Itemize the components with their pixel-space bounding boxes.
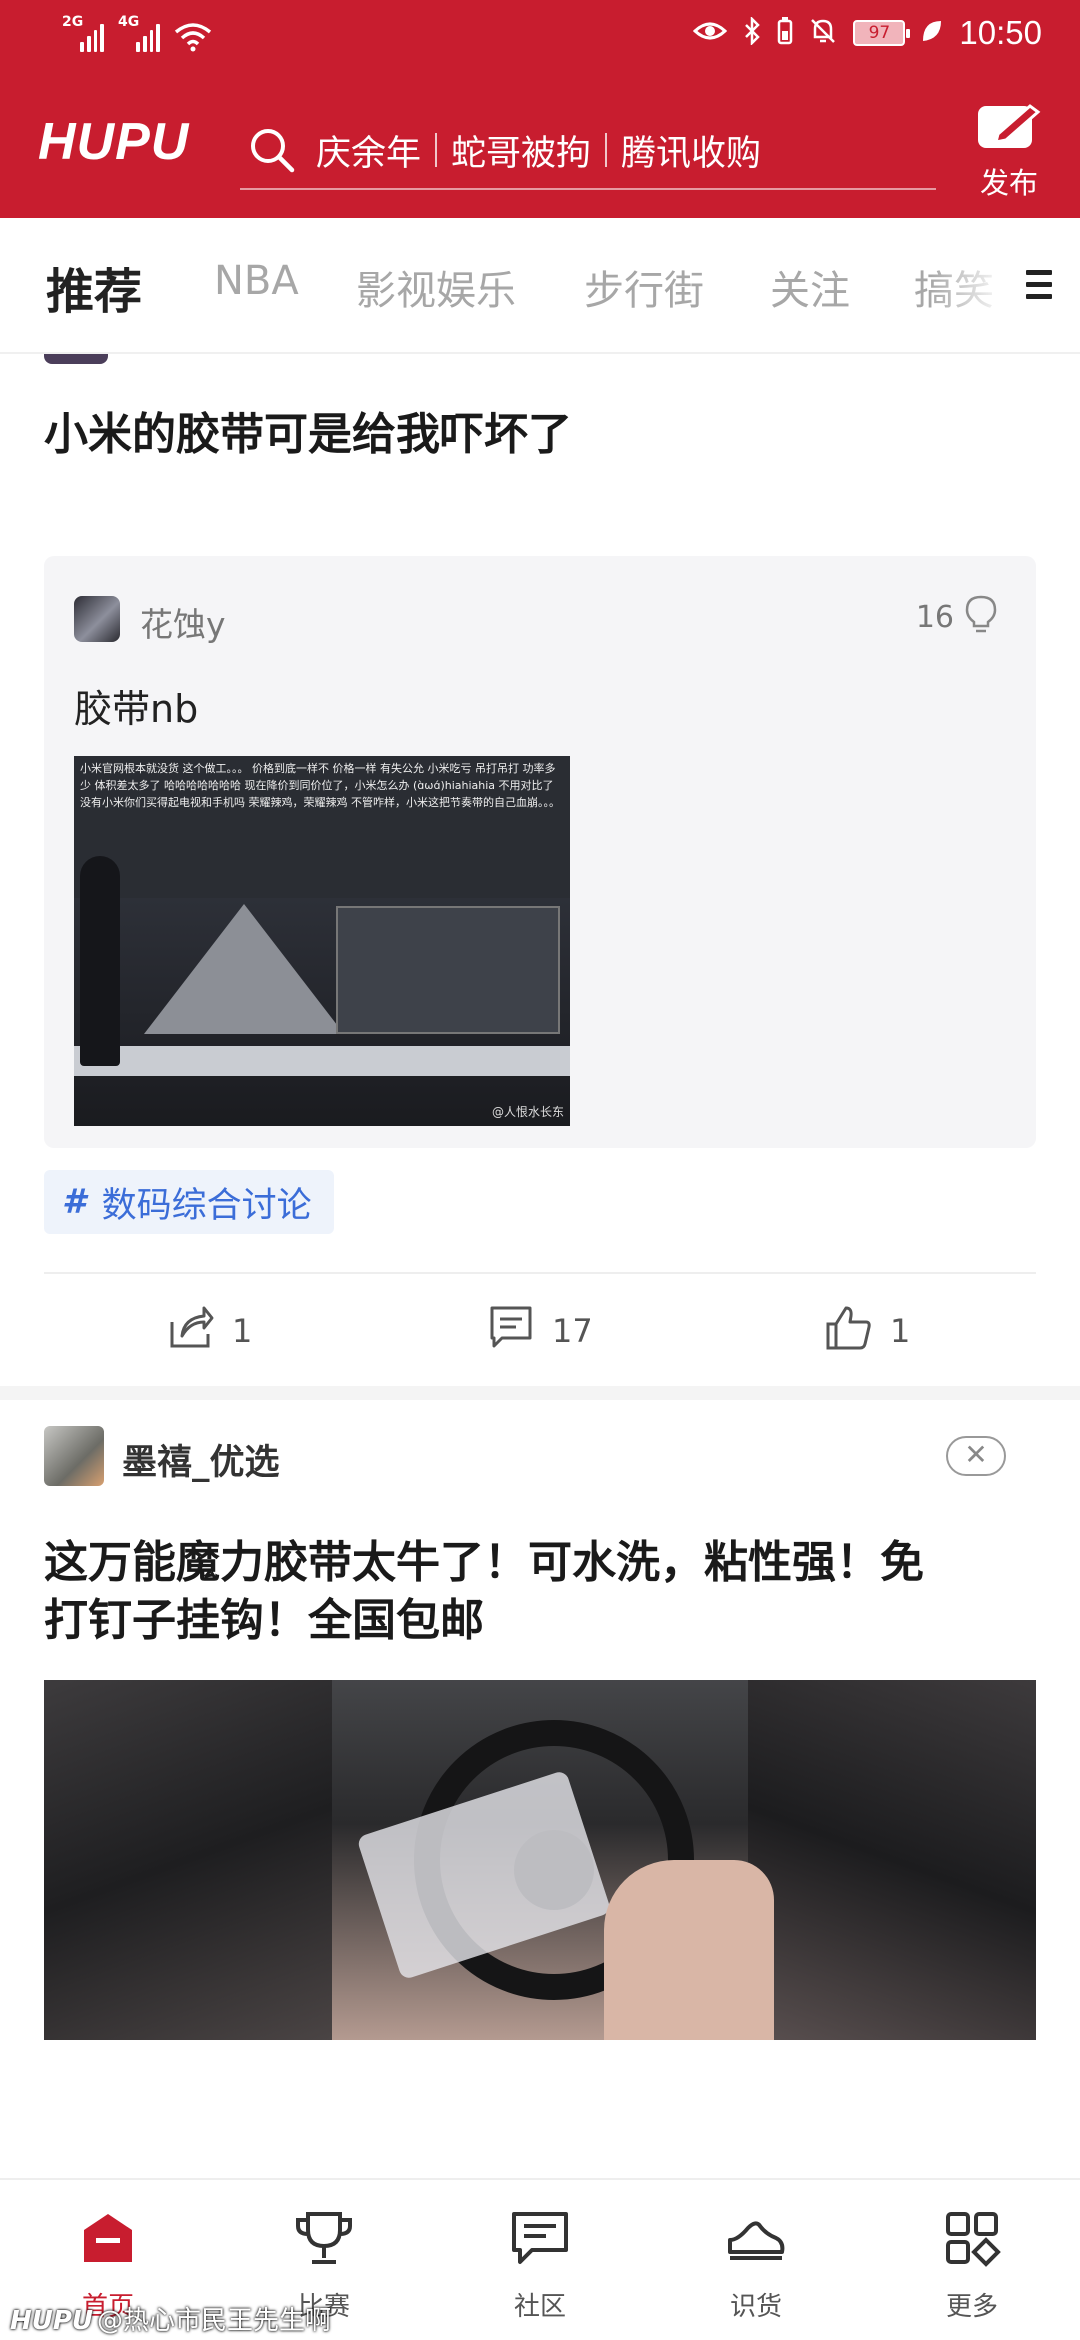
watermark-brand: HUPU xyxy=(10,2306,94,2336)
hashtag-icon: # xyxy=(62,1182,86,1222)
close-ad-button[interactable]: ✕ xyxy=(946,1436,1006,1476)
lightbulb-icon[interactable] xyxy=(964,594,998,634)
comment-icon xyxy=(488,1304,534,1358)
watermark: HUPU @热心市民王先生啊 xyxy=(10,2300,331,2337)
tab-nba[interactable]: NBA xyxy=(214,258,299,304)
mute-icon xyxy=(809,17,837,49)
ad-title[interactable]: 这万能魔力胶带太牛了！可水洗，粘性强！免 打钉子挂钩！全国包邮 xyxy=(44,1534,924,1650)
image-watermark: @人恨水长东 xyxy=(491,1105,564,1119)
ad-title-line: 这万能魔力胶带太牛了！可水洗，粘性强！免 xyxy=(44,1537,924,1588)
leaf-icon xyxy=(921,19,943,47)
home-icon xyxy=(78,2208,138,2268)
status-left: 2G 4G xyxy=(62,14,212,52)
nav-community[interactable]: 社区 xyxy=(432,2180,648,2340)
status-time: 10:50 xyxy=(959,14,1042,51)
bluetooth-icon xyxy=(743,15,761,49)
signal-icon: 4G xyxy=(118,14,160,52)
search-bar[interactable]: 庆余年 蛇哥被拘 腾讯收购 xyxy=(240,112,936,190)
publish-label: 发布 xyxy=(979,166,1038,200)
share-icon xyxy=(168,1304,214,1358)
comment-like-count: 16 xyxy=(915,600,954,635)
community-icon xyxy=(510,2208,570,2268)
search-icon xyxy=(246,124,298,176)
comment-username[interactable]: 花蚀y xyxy=(140,598,226,646)
topic-label: 数码综合讨论 xyxy=(101,1185,312,1226)
topic-tag[interactable]: # 数码综合讨论 xyxy=(44,1170,334,1234)
publish-button[interactable]: 发布 xyxy=(972,100,1046,202)
tab-recommend[interactable]: 推荐 xyxy=(46,252,142,322)
comment-text: 胶带nb xyxy=(74,687,199,731)
post-actions: 1 17 1 xyxy=(0,1282,1080,1382)
ad-video-thumbnail[interactable] xyxy=(44,1680,1036,2040)
search-term: 庆余年 xyxy=(316,133,422,174)
grid-icon xyxy=(942,2208,1002,2268)
menu-icon[interactable] xyxy=(1026,270,1052,300)
wifi-icon xyxy=(174,22,212,52)
trending-search-terms: 庆余年 蛇哥被拘 腾讯收购 xyxy=(316,125,761,176)
tab-follow[interactable]: 关注 xyxy=(770,258,850,316)
search-term: 蛇哥被拘 xyxy=(451,133,592,174)
signal-icon: 2G xyxy=(62,14,104,52)
comment-image[interactable]: 小米官网根本就没货 这个做工。。。 价格到底一样不 价格一样 有失公允 小米吃亏… xyxy=(74,756,570,1126)
nav-label: 更多 xyxy=(945,2292,998,2322)
compose-icon xyxy=(976,104,1042,154)
hupu-logo[interactable]: HUPU xyxy=(38,112,189,172)
avatar[interactable] xyxy=(44,1426,104,1486)
status-bar: 2G 4G 97 10:50 xyxy=(0,0,1080,72)
avatar xyxy=(44,354,108,364)
search-term: 腾讯收购 xyxy=(621,133,762,174)
thumbs-up-icon xyxy=(824,1304,872,1358)
share-button[interactable]: 1 xyxy=(168,1304,252,1358)
section-gap xyxy=(0,1386,1080,1400)
hot-comment[interactable]: 花蚀y 16 胶带nb 小米官网根本就没货 这个做工。。。 价格到底一样不 价格… xyxy=(44,556,1036,1148)
nav-label: 识货 xyxy=(729,2292,782,2322)
app-header: 2G 4G 97 10:50 HUPU 庆余年 蛇哥被拘 腾讯收购 发布 xyxy=(0,0,1080,218)
watermark-text: @热心市民王先生啊 xyxy=(97,2306,332,2336)
tab-entertainment[interactable]: 影视娱乐 xyxy=(356,258,516,316)
post-title[interactable]: 小米的胶带可是给我吓坏了 xyxy=(44,406,572,464)
image-caption: 小米官网根本就没货 这个做工。。。 价格到底一样不 价格一样 有失公允 小米吃亏… xyxy=(80,762,560,809)
ad-author-name[interactable]: 墨禧_优选 xyxy=(122,1434,280,1485)
sneaker-icon xyxy=(726,2208,786,2268)
status-right: 97 10:50 xyxy=(693,14,1042,52)
nav-label: 社区 xyxy=(513,2292,566,2322)
nav-shihuo[interactable]: 识货 xyxy=(648,2180,864,2340)
like-button[interactable]: 1 xyxy=(824,1304,910,1358)
battery-small-icon xyxy=(777,17,793,49)
eye-icon xyxy=(693,19,728,47)
divider xyxy=(44,1272,1036,1274)
comment-count: 17 xyxy=(552,1312,593,1350)
ad-title-line: 打钉子挂钩！全国包邮 xyxy=(44,1595,484,1646)
avatar[interactable] xyxy=(74,596,120,642)
nav-more[interactable]: 更多 xyxy=(864,2180,1080,2340)
tab-pedestrian-street[interactable]: 步行街 xyxy=(584,258,704,316)
comment-button[interactable]: 17 xyxy=(488,1304,593,1358)
like-count: 1 xyxy=(890,1312,911,1350)
tab-fade xyxy=(930,218,1040,352)
channel-tabs: 推荐 NBA 影视娱乐 步行街 关注 搞笑 xyxy=(0,218,1080,354)
trophy-icon xyxy=(294,2208,354,2268)
battery-indicator: 97 xyxy=(853,20,911,46)
share-count: 1 xyxy=(232,1312,253,1350)
